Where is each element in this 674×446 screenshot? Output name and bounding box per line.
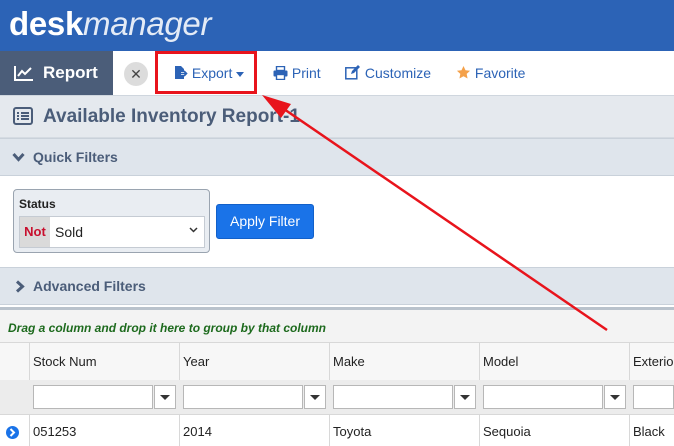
annotation-arrow — [262, 95, 608, 332]
